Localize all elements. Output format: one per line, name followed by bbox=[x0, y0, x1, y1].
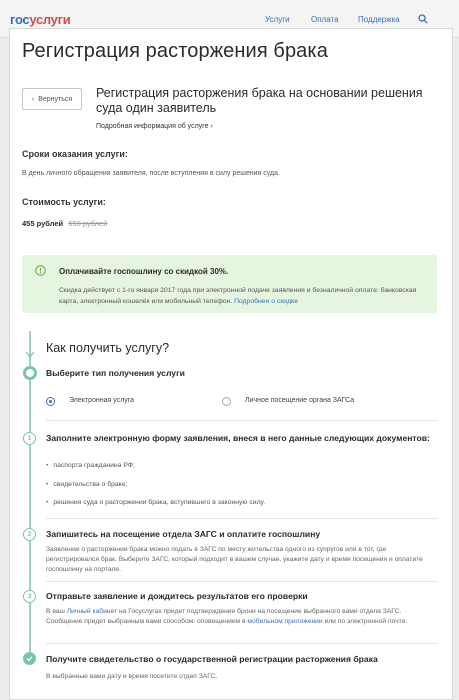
logo-part-gos: гос bbox=[10, 12, 30, 27]
chevron-left-icon: ‹ bbox=[31, 95, 35, 103]
discount-more-link[interactable]: Подробнее о скидке bbox=[234, 298, 298, 305]
mobile-app-link[interactable]: мобильном приложении bbox=[247, 618, 322, 625]
chevron-right-icon: › bbox=[210, 123, 213, 130]
radio-electronic-label[interactable]: Электронная услуга bbox=[69, 397, 134, 404]
step-final-title: Получите свидетельство о государственной… bbox=[46, 654, 378, 664]
step-final-text: В выбранные вами дату и время посетите о… bbox=[46, 673, 218, 680]
gosuslugi-logo[interactable]: госуслуги bbox=[10, 12, 71, 27]
service-card: Регистрация расторжения брака ‹ Вернутьс… bbox=[9, 28, 453, 700]
personal-account-link[interactable]: Личный кабинет bbox=[67, 608, 117, 615]
step-2-number: 2 bbox=[23, 528, 36, 541]
steps-timeline bbox=[29, 331, 31, 661]
radio-personal-visit[interactable] bbox=[222, 397, 231, 406]
step-3-title: Отправьте заявление и дождитесь результа… bbox=[46, 591, 308, 601]
step-2-title: Запишитесь на посещение отдела ЗАГС и оп… bbox=[46, 529, 321, 539]
arrow-down-icon bbox=[25, 351, 35, 358]
discount-title: Оплачивайте госпошлину со скидкой 30%. bbox=[59, 267, 229, 276]
radio-personal-label[interactable]: Личное посещение органа ЗАГСа bbox=[245, 397, 354, 404]
step-3-text: В ваш Личный кабинет на Госуслугах приде… bbox=[46, 607, 431, 627]
step-select-type-title: Выберите тип получения услуги bbox=[46, 368, 185, 378]
divider bbox=[46, 518, 438, 519]
page-title: Регистрация расторжения брака bbox=[22, 40, 328, 62]
more-info-label: Подробная информация об услуге bbox=[96, 123, 209, 130]
divider bbox=[46, 643, 438, 644]
discount-banner: Оплачивайте госпошлину со скидкой 30%. С… bbox=[22, 255, 437, 313]
discount-text: Скидка действует с 1-го января 2017 года… bbox=[59, 285, 429, 307]
checkmark-icon bbox=[26, 656, 33, 662]
info-icon bbox=[35, 265, 46, 276]
terms-label: Сроки оказания услуги: bbox=[22, 149, 128, 159]
radio-electronic-service[interactable] bbox=[46, 397, 55, 406]
step-1-title: Заполните электронную форму заявления, в… bbox=[46, 433, 430, 443]
nav-link-services[interactable]: Услуги bbox=[265, 15, 290, 24]
how-to-get-title: Как получить услугу? bbox=[46, 341, 170, 355]
logo-part-uslugi: услуги bbox=[29, 12, 71, 27]
step-1-number: 1 bbox=[23, 432, 36, 445]
price-line: 455 рублей 650 рублей bbox=[22, 219, 107, 228]
divider bbox=[46, 581, 438, 582]
more-info-link[interactable]: Подробная информация об услуге › bbox=[96, 123, 213, 130]
step-select-type-marker bbox=[22, 366, 37, 380]
divider bbox=[46, 420, 438, 421]
doc-item-marriage-certificate: свидетельства о браке; bbox=[46, 481, 127, 488]
service-title: Регистрация расторжения брака на основан… bbox=[96, 86, 423, 115]
cost-label: Стоимость услуги: bbox=[22, 197, 106, 207]
doc-item-passport: паспорта гражданина РФ; bbox=[46, 462, 134, 469]
step-final-marker bbox=[23, 652, 36, 665]
terms-text: В день личного обращения заявителя, посл… bbox=[22, 170, 280, 177]
old-price: 650 рублей bbox=[68, 219, 108, 228]
step-3-text-c: или по электронной почте. bbox=[324, 618, 408, 625]
nav-link-support[interactable]: Поддержка bbox=[358, 15, 400, 24]
current-price: 455 рублей bbox=[22, 219, 64, 228]
search-icon[interactable] bbox=[418, 14, 428, 24]
back-button-label: Вернуться bbox=[38, 95, 73, 103]
doc-item-court-decision: решения суда о расторжении брака, вступи… bbox=[46, 499, 265, 506]
step-3-number: 3 bbox=[23, 590, 36, 603]
step-2-text: Заявление о расторжении брака можно пода… bbox=[46, 546, 423, 573]
back-button[interactable]: ‹ Вернуться bbox=[22, 88, 82, 110]
step-3-text-a: В ваш bbox=[46, 608, 65, 615]
nav-link-payment[interactable]: Оплата bbox=[311, 15, 339, 24]
